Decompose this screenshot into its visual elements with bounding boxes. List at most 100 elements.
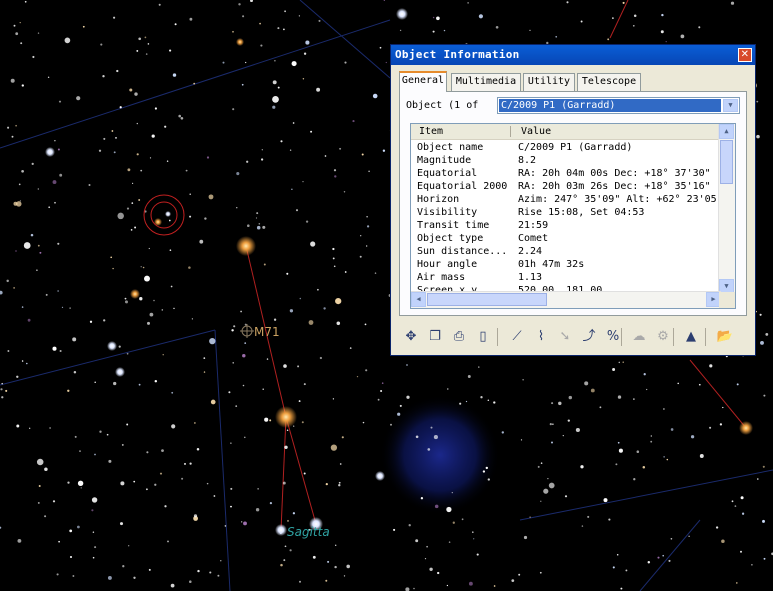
star <box>188 266 191 269</box>
star <box>280 140 283 143</box>
star <box>242 15 245 18</box>
star <box>203 371 206 373</box>
star <box>339 463 342 465</box>
horizontal-scrollbar[interactable]: ◀ ▶ <box>411 291 721 308</box>
star <box>540 500 542 502</box>
tab-telescope[interactable]: Telescope <box>577 73 641 91</box>
chart-icon[interactable]: ⌇ <box>531 327 551 347</box>
star <box>82 25 85 28</box>
star <box>406 395 410 399</box>
star <box>487 478 490 481</box>
star <box>144 275 150 282</box>
star <box>284 10 286 13</box>
table-row[interactable]: Magnitude 8.2 <box>411 154 721 167</box>
star <box>52 500 56 503</box>
star <box>762 465 765 468</box>
orbit-path-icon[interactable]: ⟋ <box>507 327 527 347</box>
close-button[interactable]: ✕ <box>738 48 752 62</box>
vertical-scroll-thumb[interactable] <box>720 140 733 184</box>
star <box>29 427 31 429</box>
star <box>167 540 169 543</box>
print-icon[interactable]: ⎙ <box>449 327 469 347</box>
tab-general[interactable]: General <box>399 71 447 92</box>
options-icon[interactable]: ⚙ <box>653 327 673 347</box>
star <box>115 137 117 139</box>
star <box>420 497 424 500</box>
vertical-scrollbar[interactable]: ▲ ▼ <box>718 124 735 294</box>
star <box>52 346 57 351</box>
star <box>289 549 292 552</box>
track-icon[interactable]: ⤴ <box>579 327 599 347</box>
star <box>344 61 347 64</box>
star <box>305 220 309 223</box>
horizontal-scroll-thumb[interactable] <box>427 293 547 306</box>
tab-multimedia[interactable]: Multimedia <box>451 73 521 91</box>
star <box>408 524 411 527</box>
star <box>493 401 496 404</box>
star <box>429 567 433 572</box>
column-header-item[interactable]: Item <box>419 124 443 139</box>
star <box>603 498 608 503</box>
star <box>16 375 19 378</box>
table-row[interactable]: Object type Comet <box>411 232 721 245</box>
scroll-up-icon[interactable]: ▲ <box>719 124 734 139</box>
star <box>493 585 496 587</box>
star <box>275 524 287 536</box>
star <box>106 433 109 436</box>
object-information-window[interactable]: Object Information ✕ General Multimedia … <box>390 44 756 356</box>
star <box>94 546 97 549</box>
table-row[interactable]: Horizon Azim: 247° 35'09" Alt: +62° 23'05… <box>411 193 721 206</box>
center-icon[interactable]: ✥ <box>401 327 421 347</box>
star <box>170 583 175 588</box>
object-select[interactable]: C/2009 P1 (Garradd) ▼ <box>497 97 740 114</box>
star <box>64 37 71 44</box>
star <box>13 287 15 289</box>
window-titlebar[interactable]: Object Information ✕ <box>391 45 755 65</box>
star <box>99 430 102 433</box>
column-header-value[interactable]: Value <box>521 124 551 139</box>
table-row[interactable]: Object name C/2009 P1 (Garradd) <box>411 141 721 154</box>
star <box>103 319 106 322</box>
row-value: 1.13 <box>518 272 543 283</box>
star <box>343 575 346 577</box>
general-tab-panel: Object (1 of C/2009 P1 (Garradd) ▼ Item … <box>399 91 747 316</box>
star <box>608 518 611 521</box>
star <box>199 239 204 244</box>
star <box>241 521 243 523</box>
star <box>230 487 233 490</box>
star <box>77 525 80 529</box>
scroll-left-icon[interactable]: ◀ <box>411 292 426 307</box>
copy-icon[interactable]: ❐ <box>425 327 445 347</box>
star <box>153 299 155 302</box>
column-divider[interactable] <box>510 126 511 137</box>
star <box>487 399 490 402</box>
star <box>663 456 665 458</box>
open-folder-icon[interactable]: 📂 <box>715 327 735 347</box>
percent-icon[interactable]: % <box>603 327 623 347</box>
star <box>587 515 590 518</box>
table-row[interactable]: Transit time 21:59 <box>411 219 721 232</box>
table-row[interactable]: Equatorial RA: 20h 04m 00s Dec: +18° 37'3… <box>411 167 721 180</box>
table-row[interactable]: Visibility Rise 15:08, Set 04:53 <box>411 206 721 219</box>
table-row[interactable]: Equatorial 2000 RA: 20h 03m 26s Dec: +18°… <box>411 180 721 193</box>
object-info-grid[interactable]: Item Value Object name C/2009 P1 (Garradd… <box>410 123 736 309</box>
star <box>478 14 483 19</box>
star <box>154 379 158 383</box>
star <box>709 426 712 429</box>
star <box>501 431 504 434</box>
collapse-icon[interactable]: ▲ <box>681 327 701 347</box>
table-row[interactable]: Hour angle 01h 47m 32s <box>411 258 721 271</box>
chevron-down-icon[interactable]: ▼ <box>723 99 738 112</box>
book-icon[interactable]: ▯ <box>473 327 493 347</box>
star <box>256 212 259 215</box>
tab-utility[interactable]: Utility <box>523 73 575 91</box>
table-row[interactable]: Sun distance... 2.24 <box>411 245 721 258</box>
star <box>721 539 725 544</box>
star <box>303 52 307 55</box>
star <box>390 423 392 426</box>
globe-icon[interactable]: ☁ <box>629 327 649 347</box>
star <box>495 25 499 29</box>
pointer-icon[interactable]: ➘ <box>555 327 575 347</box>
table-row[interactable]: Air mass 1.13 <box>411 271 721 284</box>
star <box>69 555 73 559</box>
